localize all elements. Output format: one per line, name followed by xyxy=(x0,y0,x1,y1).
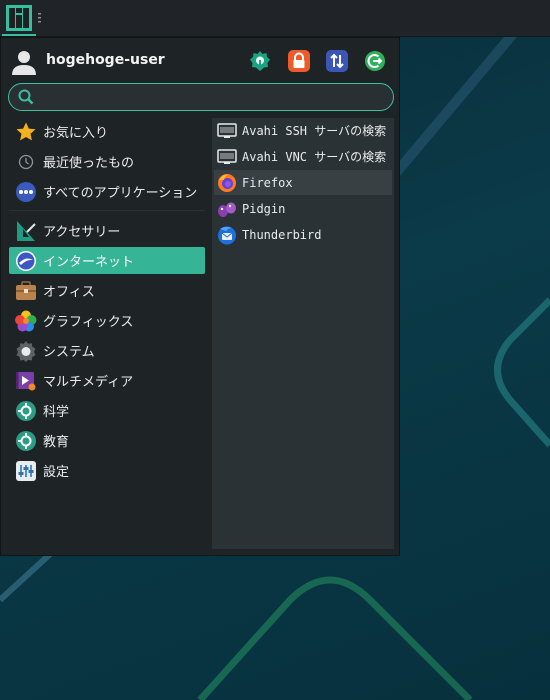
category-label: グラフィックス xyxy=(43,315,134,330)
top-panel xyxy=(0,0,550,37)
lock-icon xyxy=(288,50,310,72)
app-avahi-vnc[interactable]: Avahi VNC サーバの検索 xyxy=(214,144,392,169)
app-avahi-ssh[interactable]: Avahi SSH サーバの検索 xyxy=(214,118,392,143)
network-monitor-icon xyxy=(217,121,237,141)
all-apps-icon xyxy=(15,181,37,203)
category-label: アクセサリー xyxy=(43,225,121,240)
category-label: 設定 xyxy=(43,465,70,480)
user-avatar-icon xyxy=(12,51,36,75)
category-favorites[interactable]: お気に入り xyxy=(9,118,205,145)
category-label: お気に入り xyxy=(43,126,109,141)
clock-icon xyxy=(15,151,37,173)
search-icon xyxy=(18,89,34,105)
system-gear-icon xyxy=(15,340,37,362)
search-field[interactable] xyxy=(8,83,394,111)
switch-arrows-icon xyxy=(326,50,348,72)
panel-drag-handle[interactable] xyxy=(38,13,41,23)
category-graphics[interactable]: グラフィックス xyxy=(9,307,205,334)
app-thunderbird[interactable]: Thunderbird xyxy=(214,222,392,247)
app-firefox[interactable]: Firefox xyxy=(214,170,392,195)
category-multimedia[interactable]: マルチメディア xyxy=(9,367,205,394)
logout-button[interactable] xyxy=(364,50,386,72)
network-monitor-icon xyxy=(217,147,237,167)
category-education[interactable]: 教育 xyxy=(9,427,205,454)
category-all-applications[interactable]: すべてのアプリケーション xyxy=(9,178,205,205)
category-label: 教育 xyxy=(43,435,70,450)
application-list: Avahi SSH サーバの検索 Avahi VNC サーバの検索 Firefo… xyxy=(212,118,394,549)
category-label: すべてのアプリケーション xyxy=(43,186,198,201)
thunderbird-icon xyxy=(217,225,237,245)
user-name: hogehoge-user xyxy=(46,52,165,68)
graphics-flower-icon xyxy=(15,310,37,332)
education-icon xyxy=(15,430,37,452)
app-label: Avahi SSH サーバの検索 xyxy=(242,124,387,138)
lock-screen-button[interactable] xyxy=(288,50,310,72)
internet-globe-icon xyxy=(15,250,37,272)
app-pidgin[interactable]: Pidgin xyxy=(214,196,392,221)
category-science[interactable]: 科学 xyxy=(9,397,205,424)
category-separator xyxy=(9,210,205,211)
category-label: マルチメディア xyxy=(43,375,134,390)
pidgin-icon xyxy=(217,199,237,219)
star-icon xyxy=(15,121,37,143)
category-label: 最近使ったもの xyxy=(43,156,135,171)
science-icon xyxy=(15,400,37,422)
category-office[interactable]: オフィス xyxy=(9,277,205,304)
category-recent[interactable]: 最近使ったもの xyxy=(9,148,205,175)
search-input[interactable] xyxy=(41,87,381,107)
briefcase-icon xyxy=(15,280,37,302)
category-label: システム xyxy=(43,345,95,360)
settings-sliders-icon xyxy=(15,460,37,482)
app-label: Firefox xyxy=(242,175,293,190)
application-menu: hogehoge-user お気に入り 最近使ったもの すべてのアプリケーション… xyxy=(0,37,400,556)
firefox-icon xyxy=(217,173,237,193)
logout-icon xyxy=(365,51,385,71)
app-label: Avahi VNC サーバの検索 xyxy=(242,150,387,164)
category-label: オフィス xyxy=(43,285,95,300)
category-label: インターネット xyxy=(43,255,135,270)
manjaro-logo-icon xyxy=(6,5,32,31)
settings-icon xyxy=(250,51,270,71)
category-accessories[interactable]: アクセサリー xyxy=(9,217,205,244)
category-settings[interactable]: 設定 xyxy=(9,457,205,484)
app-label: Pidgin xyxy=(242,201,286,216)
category-internet[interactable]: インターネット xyxy=(9,247,205,274)
category-system[interactable]: システム xyxy=(9,337,205,364)
accessories-icon xyxy=(15,220,37,242)
app-label: Thunderbird xyxy=(242,227,322,242)
category-label: 科学 xyxy=(43,405,70,420)
launcher-button[interactable] xyxy=(2,2,36,36)
multimedia-icon xyxy=(15,370,37,392)
settings-manager-button[interactable] xyxy=(249,50,271,72)
switch-user-button[interactable] xyxy=(326,50,348,72)
